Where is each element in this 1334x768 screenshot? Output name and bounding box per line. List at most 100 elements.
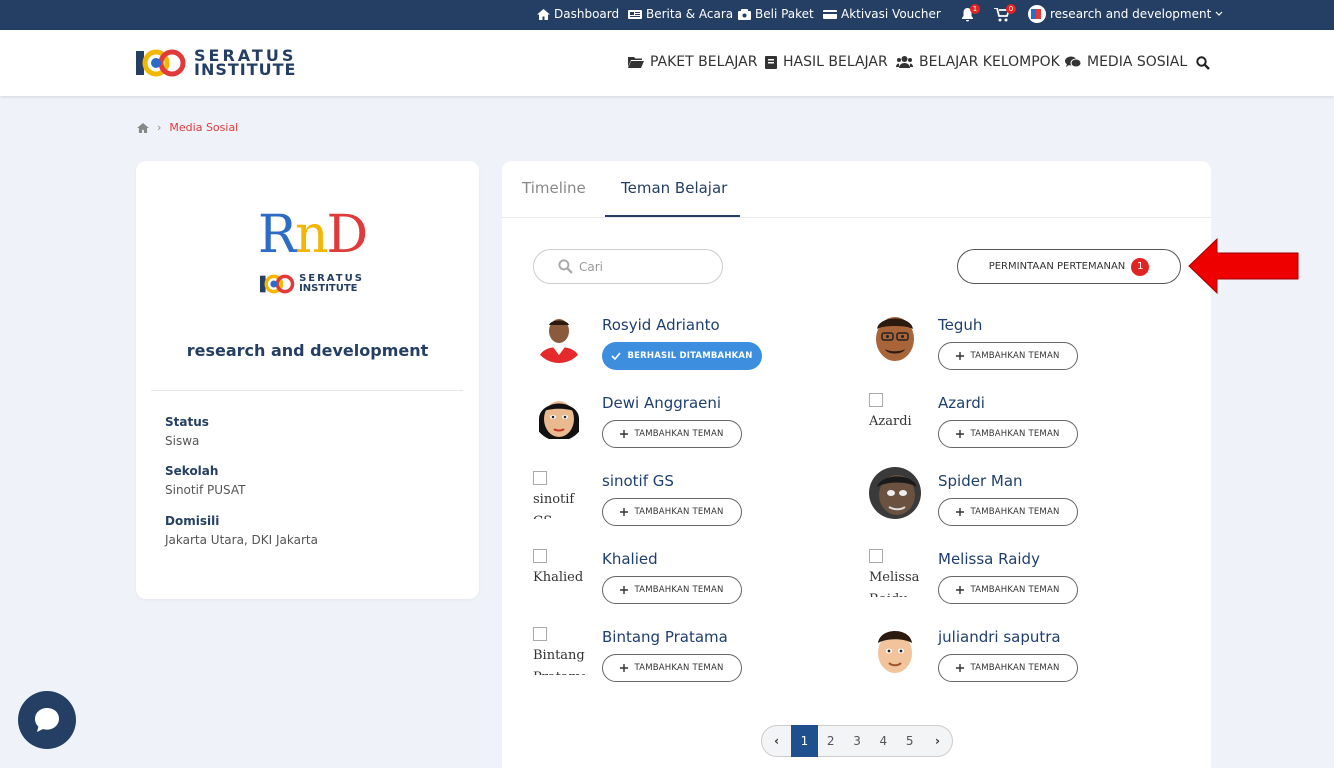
- friend-name[interactable]: Dewi Anggraeni: [602, 394, 721, 412]
- school-label: Sekolah: [165, 464, 219, 478]
- cart-count: 0: [1006, 4, 1016, 14]
- page-3[interactable]: 3: [844, 725, 870, 757]
- page-5[interactable]: 5: [896, 725, 922, 757]
- voucher-link[interactable]: Aktivasi Voucher: [823, 7, 941, 21]
- friend-item: sinotif GS sinotif GS TAMBAHKAN TEMAN: [533, 467, 833, 526]
- add-friend-button[interactable]: TAMBAHKAN TEMAN: [938, 576, 1078, 604]
- friend-item: Azardi Azardi TAMBAHKAN TEMAN: [869, 389, 1169, 448]
- add-friend-button[interactable]: TAMBAHKAN TEMAN: [938, 498, 1078, 526]
- avatar-broken-image[interactable]: sinotif GS: [533, 467, 585, 519]
- nav-belajar-kelompok[interactable]: BELAJAR KELOMPOK: [896, 54, 1060, 70]
- friend-name[interactable]: sinotif GS: [602, 472, 674, 490]
- broken-image-icon: [869, 392, 883, 407]
- broken-image-icon: [533, 626, 547, 641]
- friend-name[interactable]: Bintang Pratama: [602, 628, 728, 646]
- search-icon: [558, 259, 573, 274]
- search-icon: [1196, 56, 1210, 70]
- page-2[interactable]: 2: [818, 725, 844, 757]
- seratus-logo-mark: [260, 274, 295, 294]
- avatar[interactable]: [533, 389, 585, 441]
- book-icon: [765, 55, 777, 69]
- plus-icon: [620, 430, 629, 438]
- search-input[interactable]: [579, 259, 709, 274]
- add-friend-button[interactable]: TAMBAHKAN TEMAN: [938, 420, 1078, 448]
- added-button[interactable]: BERHASIL DITAMBAHKAN: [602, 342, 762, 370]
- avatar[interactable]: [869, 311, 921, 363]
- notification-count: 1: [970, 4, 980, 14]
- friend-name[interactable]: Khalied: [602, 550, 658, 568]
- plus-icon: [620, 586, 629, 594]
- add-friend-button[interactable]: TAMBAHKAN TEMAN: [602, 654, 742, 682]
- check-icon: [611, 352, 622, 360]
- avatar-cartoon: [869, 311, 921, 363]
- avatar-broken-image[interactable]: Bintang Pratama: [533, 623, 585, 675]
- comments-icon: [1065, 56, 1081, 68]
- avatar-broken-image[interactable]: Melissa Raidy: [869, 545, 921, 597]
- seratus-logo[interactable]: SERATUS INSTITUTE: [136, 48, 296, 78]
- add-friend-button[interactable]: TAMBAHKAN TEMAN: [602, 498, 742, 526]
- chat-icon: [35, 708, 59, 732]
- user-menu[interactable]: research and development: [1028, 5, 1223, 23]
- next-page-button[interactable]: ›: [923, 725, 952, 757]
- newspaper-icon: [628, 9, 642, 19]
- friend-name[interactable]: Melissa Raidy: [938, 550, 1040, 568]
- domicile-label: Domisili: [165, 514, 220, 528]
- plus-icon: [620, 664, 629, 672]
- buy-package-link[interactable]: Beli Paket: [738, 7, 814, 21]
- tab-teman-belajar[interactable]: Teman Belajar: [621, 179, 727, 197]
- home-icon[interactable]: [137, 122, 149, 133]
- cart-button[interactable]: 0: [994, 4, 1016, 25]
- add-friend-button[interactable]: TAMBAHKAN TEMAN: [938, 654, 1078, 682]
- chat-widget-button[interactable]: [18, 691, 76, 749]
- top-bar: Dashboard Berita & Acara Beli Paket Akti…: [0, 0, 1334, 30]
- avatar[interactable]: [533, 311, 585, 363]
- avatar-broken-image[interactable]: Azardi: [869, 389, 921, 441]
- nav-media-sosial[interactable]: MEDIA SOSIAL: [1065, 54, 1187, 70]
- home-icon: [537, 8, 550, 20]
- active-tab-indicator: [605, 215, 740, 217]
- avatar-broken-image[interactable]: Khalied: [533, 545, 585, 597]
- pagination: ‹ 1 2 3 4 5 ›: [761, 725, 953, 757]
- nav-paket-belajar[interactable]: PAKET BELAJAR: [628, 54, 758, 70]
- package-icon: [738, 8, 751, 20]
- search-button[interactable]: [1196, 56, 1210, 70]
- friend-item: Rosyid Adrianto BERHASIL DITAMBAHKAN: [533, 311, 833, 370]
- breadcrumb-current[interactable]: Media Sosial: [169, 121, 238, 134]
- profile-name: research and development: [186, 341, 429, 360]
- friend-search[interactable]: [533, 249, 723, 284]
- domicile-value: Jakarta Utara, DKI Jakarta: [165, 533, 318, 547]
- friend-name[interactable]: Teguh: [938, 316, 982, 334]
- add-friend-button[interactable]: TAMBAHKAN TEMAN: [602, 576, 742, 604]
- nav-hasil-belajar[interactable]: HASIL BELAJAR: [765, 54, 888, 70]
- add-friend-button[interactable]: TAMBAHKAN TEMAN: [602, 420, 742, 448]
- breadcrumb-separator: ›: [157, 121, 162, 134]
- news-link[interactable]: Berita & Acara: [628, 7, 733, 21]
- dashboard-link[interactable]: Dashboard: [537, 7, 619, 21]
- prev-page-button[interactable]: ‹: [762, 725, 791, 757]
- friend-name[interactable]: Azardi: [938, 394, 985, 412]
- friend-name[interactable]: Rosyid Adrianto: [602, 316, 720, 334]
- brand-text: SERATUS INSTITUTE: [194, 46, 297, 79]
- page-4[interactable]: 4: [870, 725, 896, 757]
- friend-item: Khalied Khalied TAMBAHKAN TEMAN: [533, 545, 833, 604]
- notification-button[interactable]: 1: [961, 4, 980, 25]
- friend-requests-button[interactable]: PERMINTAAN PERTEMANAN 1: [957, 249, 1181, 284]
- friend-name[interactable]: juliandri saputra: [938, 628, 1061, 646]
- friends-card: Timeline Teman Belajar PERMINTAAN PERTEM…: [502, 161, 1211, 768]
- users-icon: [896, 56, 913, 68]
- avatar[interactable]: [869, 467, 921, 519]
- broken-image-icon: [533, 548, 547, 563]
- tab-bar: Timeline Teman Belajar: [502, 161, 1211, 218]
- page-1[interactable]: 1: [791, 725, 818, 757]
- friend-name[interactable]: Spider Man: [938, 472, 1023, 490]
- plus-icon: [956, 586, 965, 594]
- add-friend-button[interactable]: TAMBAHKAN TEMAN: [938, 342, 1078, 370]
- tab-timeline[interactable]: Timeline: [522, 179, 586, 197]
- main-header: SERATUS INSTITUTE PAKET BELAJAR HASIL BE…: [0, 30, 1334, 96]
- friend-item: Melissa Raidy Melissa Raidy TAMBAHKAN TE…: [869, 545, 1169, 604]
- avatar[interactable]: [869, 623, 921, 675]
- school-value: Sinotif PUSAT: [165, 483, 246, 497]
- plus-icon: [956, 508, 965, 516]
- avatar-photo: [533, 311, 585, 363]
- friend-item: juliandri saputra TAMBAHKAN TEMAN: [869, 623, 1169, 682]
